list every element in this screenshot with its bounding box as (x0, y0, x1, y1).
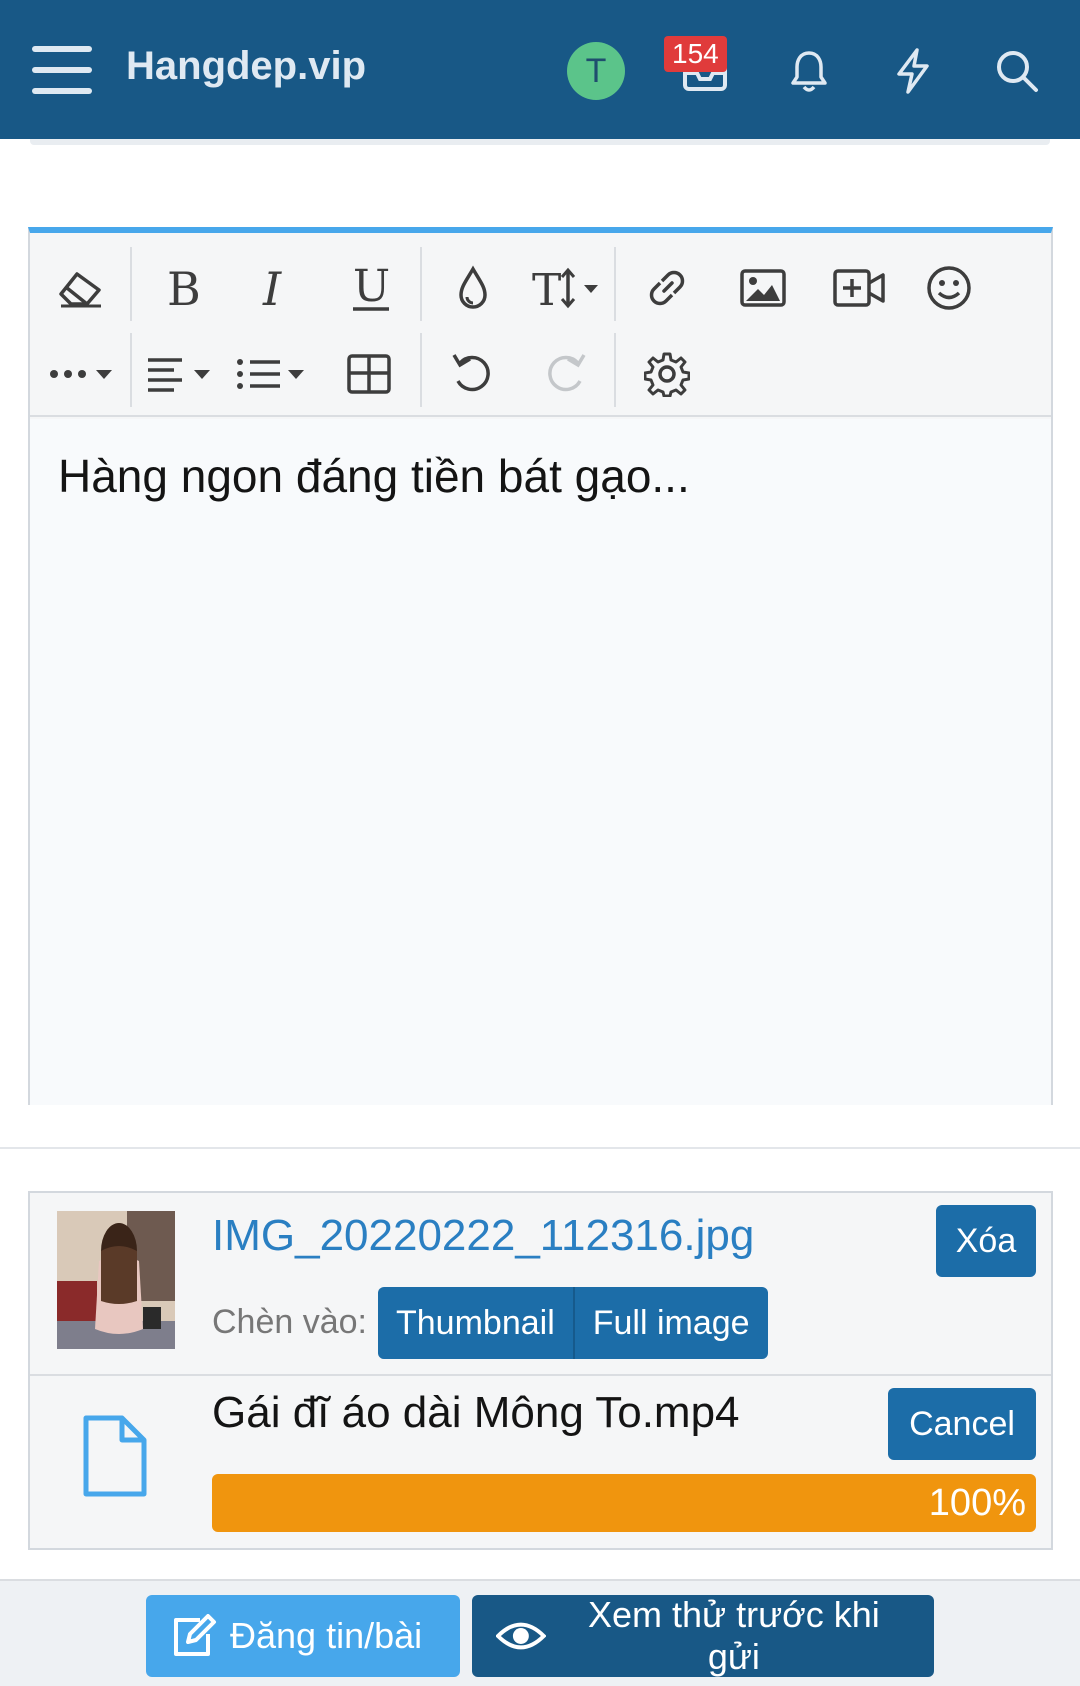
bolt-icon[interactable] (886, 44, 940, 98)
bell-icon[interactable] (782, 44, 836, 98)
svg-text:U: U (353, 263, 390, 312)
bold-icon[interactable]: B (148, 253, 218, 323)
upload-progress-fill (212, 1474, 1036, 1532)
align-icon[interactable] (142, 339, 222, 409)
insert-thumbnail-button[interactable]: Thumbnail (378, 1287, 573, 1359)
footer-bar: Đăng tin/bài Xem thử trước khi gửi (0, 1579, 1080, 1686)
post-button-label: Đăng tin/bài (230, 1615, 423, 1656)
preview-button-label: Xem thử trước khi gửi (587, 1594, 880, 1677)
upload-progress-label: 100% (928, 1482, 1026, 1524)
more-icon[interactable] (46, 339, 120, 409)
insert-button-group: Thumbnail Full image (378, 1287, 768, 1359)
eraser-icon[interactable] (46, 253, 116, 323)
smiley-icon[interactable] (914, 253, 984, 323)
upload-progress-bar: 100% (212, 1474, 1036, 1532)
gear-icon[interactable] (632, 339, 702, 409)
rich-text-editor: B I U T Hàng ngon đáng tiền bát gạo... (28, 227, 1053, 1105)
underline-icon[interactable]: U (336, 253, 406, 323)
redo-icon (530, 339, 600, 409)
insert-full-image-button[interactable]: Full image (572, 1287, 768, 1359)
list-icon[interactable] (234, 339, 314, 409)
italic-icon[interactable]: I (242, 253, 312, 323)
svg-text:B: B (167, 265, 201, 311)
font-size-icon[interactable]: T (530, 253, 610, 323)
undo-icon[interactable] (438, 339, 508, 409)
site-brand[interactable]: Hangdep.vip (126, 44, 366, 89)
attachment-video-filename: Gái đĩ áo dài Mông To.mp4 (212, 1388, 740, 1437)
delete-button[interactable]: Xóa (936, 1205, 1036, 1277)
svg-text:I: I (262, 265, 282, 311)
preview-button[interactable]: Xem thử trước khi gửi (472, 1594, 934, 1677)
editor-toolbar: B I U T (30, 233, 1051, 417)
svg-text:T: T (532, 265, 561, 311)
table-icon[interactable] (334, 339, 404, 409)
menu-icon[interactable] (32, 46, 92, 96)
top-bar: Hangdep.vip T 154 (0, 0, 1080, 139)
link-icon[interactable] (632, 253, 702, 323)
attachment-list: IMG_20220222_112316.jpg Xóa Chèn vào: Th… (28, 1191, 1053, 1550)
file-icon (82, 1414, 148, 1503)
attachment-video-row: Gái đĩ áo dài Mông To.mp4 Cancel 100% (30, 1378, 1051, 1550)
insert-label: Chèn vào: (212, 1303, 367, 1341)
editor-content[interactable]: Hàng ngon đáng tiền bát gạo... (30, 419, 1051, 1105)
eye-icon (496, 1622, 546, 1650)
section-divider (0, 1147, 1080, 1149)
color-drop-icon[interactable] (438, 253, 508, 323)
cancel-upload-button[interactable]: Cancel (888, 1388, 1036, 1460)
attachment-image-row: IMG_20220222_112316.jpg Xóa Chèn vào: Th… (30, 1193, 1051, 1376)
notification-badge: 154 (664, 36, 727, 72)
image-icon[interactable] (728, 253, 798, 323)
video-icon[interactable] (824, 253, 894, 323)
header-shadow (30, 139, 1050, 145)
edit-icon (174, 1614, 216, 1656)
attachment-image-filename[interactable]: IMG_20220222_112316.jpg (212, 1211, 754, 1261)
post-button[interactable]: Đăng tin/bài (146, 1595, 460, 1677)
search-icon[interactable] (990, 44, 1044, 98)
avatar[interactable]: T (567, 42, 625, 100)
attachment-thumbnail[interactable] (57, 1211, 175, 1349)
